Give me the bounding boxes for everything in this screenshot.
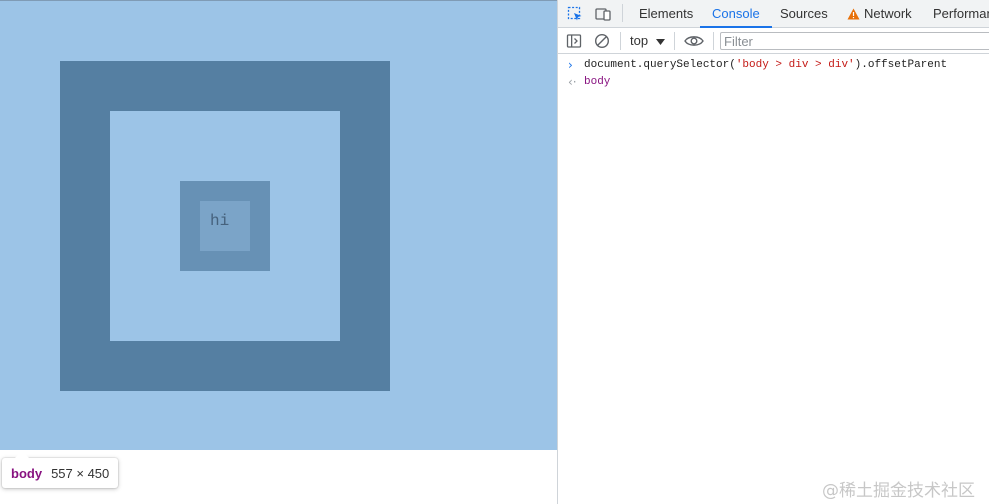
live-expression-eye-icon[interactable] xyxy=(683,32,705,50)
page-preview: hi body 557 × 450 xyxy=(0,0,557,504)
tab-network[interactable]: Network xyxy=(864,0,912,27)
watermark: @稀土掘金技术社区 xyxy=(822,481,975,501)
result-arrow-icon: ‹· xyxy=(568,75,577,89)
clear-console-icon[interactable] xyxy=(593,32,611,50)
context-label: top xyxy=(630,33,649,48)
console-output: › document.querySelector('body > div > d… xyxy=(558,54,989,504)
tabbar-separator xyxy=(622,4,623,22)
toolbar-separator xyxy=(620,32,621,50)
tooltip-dimensions: 557 × 450 xyxy=(51,465,110,481)
code-selector-string: 'body > div > div' xyxy=(735,59,855,71)
prompt-chevron-icon: › xyxy=(568,58,573,72)
execution-context-select[interactable]: top xyxy=(630,32,666,50)
tooltip-tag-name: body xyxy=(11,465,43,481)
toolbar-separator xyxy=(713,32,714,50)
warning-triangle-icon xyxy=(846,5,860,23)
devtools-tabbar: Elements Console Sources Network Perform… xyxy=(558,0,989,28)
console-input-line: › document.querySelector('body > div > d… xyxy=(558,57,989,74)
console-toolbar: top xyxy=(558,28,989,54)
tab-console[interactable]: Console xyxy=(700,0,772,28)
hi-text: hi xyxy=(210,212,230,230)
sidebar-toggle-icon[interactable] xyxy=(565,32,583,50)
tab-elements[interactable]: Elements xyxy=(639,0,693,27)
console-result-line: ‹· body xyxy=(558,74,989,91)
code-prefix: document.querySelector( xyxy=(584,59,736,71)
console-input-code[interactable]: document.querySelector('body > div > div… xyxy=(584,57,947,74)
devtools-panel: Elements Console Sources Network Perform… xyxy=(557,0,989,504)
inspect-tooltip: body 557 × 450 xyxy=(2,451,119,488)
code-suffix: ).offsetParent xyxy=(854,59,948,71)
chevron-down-icon xyxy=(656,32,666,50)
toolbar-separator xyxy=(674,32,675,50)
device-toolbar-icon[interactable] xyxy=(594,5,612,23)
filter-input[interactable] xyxy=(720,32,989,50)
tab-sources[interactable]: Sources xyxy=(780,0,828,27)
inspect-element-icon[interactable] xyxy=(566,5,584,23)
console-result-value[interactable]: body xyxy=(584,74,610,91)
tab-performance[interactable]: Performan xyxy=(933,0,989,27)
